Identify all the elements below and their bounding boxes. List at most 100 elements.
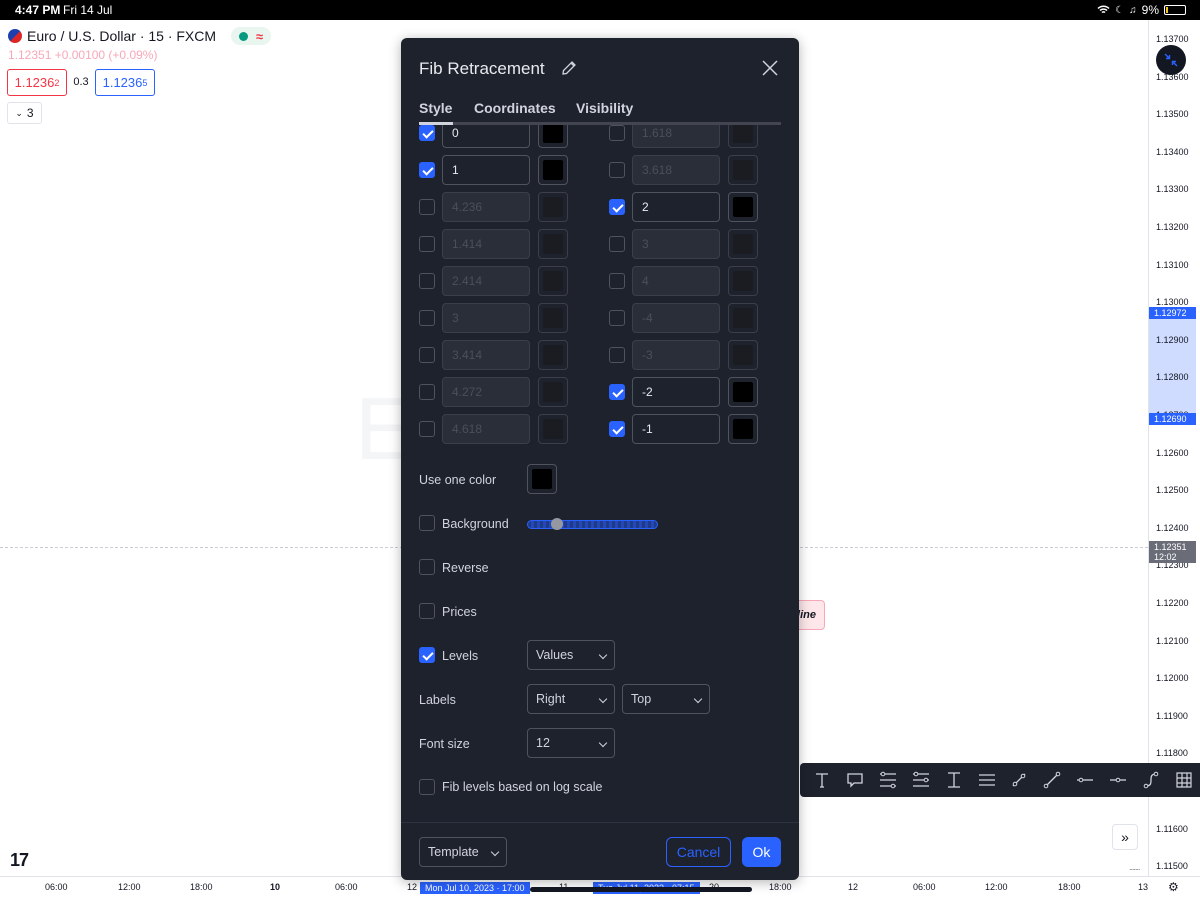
level-value-input[interactable]: 3 — [442, 303, 530, 333]
close-icon[interactable] — [761, 59, 779, 77]
callout-tool-icon[interactable] — [839, 763, 872, 797]
level-value-input[interactable]: 1.618 — [632, 125, 720, 148]
level-checkbox[interactable] — [609, 310, 625, 326]
level-color-swatch[interactable] — [538, 266, 568, 296]
level-value-input[interactable]: 4.272 — [442, 377, 530, 407]
level-checkbox[interactable] — [609, 199, 625, 215]
background-opacity-slider[interactable] — [527, 520, 658, 529]
symbol-header[interactable]: Euro / U.S. Dollar · 15 · FXCM ≈ — [8, 27, 272, 45]
style-tab-content[interactable]: 0 1 4.236 1.414 2.414 3 3.414 4.272 4.618 1.618 3.… — [401, 125, 799, 819]
level-value-input[interactable]: 4.618 — [442, 414, 530, 444]
levels-format-select[interactable]: Values — [527, 640, 615, 670]
level-color-swatch[interactable] — [728, 125, 758, 148]
auto-scale-handle-icon[interactable]: ....... — [1129, 862, 1140, 872]
level-checkbox[interactable] — [609, 162, 625, 178]
level-color-swatch[interactable] — [538, 303, 568, 333]
ok-button[interactable]: Ok — [742, 837, 781, 867]
horizontal-line-tool-icon[interactable] — [1101, 763, 1134, 797]
levels-checkbox[interactable] — [419, 647, 435, 663]
level-color-swatch[interactable] — [728, 155, 758, 185]
price-range-tool-icon[interactable] — [937, 763, 970, 797]
price-tag-upper: 1.12972 — [1149, 307, 1196, 319]
reverse-checkbox[interactable] — [419, 559, 435, 575]
trend-line-tool-icon[interactable] — [1036, 763, 1069, 797]
level-color-swatch[interactable] — [728, 414, 758, 444]
level-color-swatch[interactable] — [728, 266, 758, 296]
level-checkbox[interactable] — [419, 236, 435, 252]
level-color-swatch[interactable] — [538, 229, 568, 259]
level-value-input[interactable]: 3.414 — [442, 340, 530, 370]
level-color-swatch[interactable] — [728, 340, 758, 370]
level-checkbox[interactable] — [419, 199, 435, 215]
level-checkbox[interactable] — [609, 125, 625, 141]
market-status-pill[interactable]: ≈ — [231, 27, 272, 45]
pencil-icon[interactable] — [561, 60, 577, 76]
grid-tool-icon[interactable] — [1167, 763, 1200, 797]
level-value-input[interactable]: 3.618 — [632, 155, 720, 185]
text-tool-icon[interactable] — [806, 763, 839, 797]
buy-button[interactable]: 1.1236 5 — [95, 69, 155, 96]
level-value-input[interactable]: 2.414 — [442, 266, 530, 296]
tab-coordinates[interactable]: Coordinates — [474, 100, 556, 116]
level-value-input[interactable]: 1.414 — [442, 229, 530, 259]
sell-button[interactable]: 1.1236 2 — [7, 69, 67, 96]
level-value-input[interactable]: 4 — [632, 266, 720, 296]
font-size-select[interactable]: 12 — [527, 728, 615, 758]
level-color-swatch[interactable] — [728, 229, 758, 259]
parallel-lines-tool-icon[interactable] — [970, 763, 1003, 797]
level-checkbox[interactable] — [609, 236, 625, 252]
level-checkbox[interactable] — [609, 421, 625, 437]
time-label: 12:00 — [118, 882, 141, 892]
level-value-input[interactable]: 0 — [442, 125, 530, 148]
level-color-swatch[interactable] — [728, 377, 758, 407]
level-color-swatch[interactable] — [538, 414, 568, 444]
level-checkbox[interactable] — [419, 125, 435, 141]
collapse-arrows-button[interactable] — [1156, 45, 1186, 75]
level-checkbox[interactable] — [419, 421, 435, 437]
level-checkbox[interactable] — [419, 273, 435, 289]
path-tool-icon[interactable] — [1134, 763, 1167, 797]
level-color-swatch[interactable] — [728, 303, 758, 333]
level-color-swatch[interactable] — [538, 155, 568, 185]
horizontal-ray-tool-icon[interactable] — [1069, 763, 1102, 797]
level-value-input[interactable]: -2 — [632, 377, 720, 407]
level-checkbox[interactable] — [609, 273, 625, 289]
level-color-swatch[interactable] — [538, 340, 568, 370]
indicators-toggle[interactable]: ⌄ 3 — [7, 102, 42, 124]
gear-icon[interactable]: ⚙ — [1168, 880, 1179, 894]
level-checkbox[interactable] — [419, 310, 435, 326]
level-value-input[interactable]: 4.236 — [442, 192, 530, 222]
home-indicator[interactable] — [530, 887, 752, 892]
log-scale-checkbox[interactable] — [419, 779, 435, 795]
scroll-to-realtime-button[interactable]: » — [1112, 824, 1138, 850]
level-checkbox[interactable] — [609, 384, 625, 400]
level-value-input[interactable]: 2 — [632, 192, 720, 222]
template-select[interactable]: Template — [419, 837, 507, 867]
slider-thumb[interactable] — [551, 518, 563, 530]
level-color-swatch[interactable] — [538, 192, 568, 222]
currency-flag-icon — [8, 29, 22, 43]
one-color-swatch[interactable] — [527, 464, 557, 494]
fib-channel-tool-icon[interactable] — [904, 763, 937, 797]
labels-vertical-select[interactable]: Top — [622, 684, 710, 714]
cancel-button[interactable]: Cancel — [666, 837, 731, 867]
level-value-input[interactable]: -4 — [632, 303, 720, 333]
tab-visibility[interactable]: Visibility — [576, 100, 633, 116]
fib-levels-tool-icon[interactable] — [872, 763, 905, 797]
level-value-input[interactable]: -1 — [632, 414, 720, 444]
level-value-input[interactable]: 3 — [632, 229, 720, 259]
ray-tool-icon[interactable] — [1003, 763, 1036, 797]
background-checkbox[interactable] — [419, 515, 435, 531]
level-checkbox[interactable] — [419, 162, 435, 178]
level-color-swatch[interactable] — [538, 125, 568, 148]
level-checkbox[interactable] — [419, 347, 435, 363]
level-checkbox[interactable] — [419, 384, 435, 400]
level-value-input[interactable]: -3 — [632, 340, 720, 370]
level-color-swatch[interactable] — [728, 192, 758, 222]
prices-checkbox[interactable] — [419, 603, 435, 619]
level-value-input[interactable]: 1 — [442, 155, 530, 185]
tab-style[interactable]: Style — [419, 100, 452, 116]
level-color-swatch[interactable] — [538, 377, 568, 407]
labels-horizontal-select[interactable]: Right — [527, 684, 615, 714]
level-checkbox[interactable] — [609, 347, 625, 363]
